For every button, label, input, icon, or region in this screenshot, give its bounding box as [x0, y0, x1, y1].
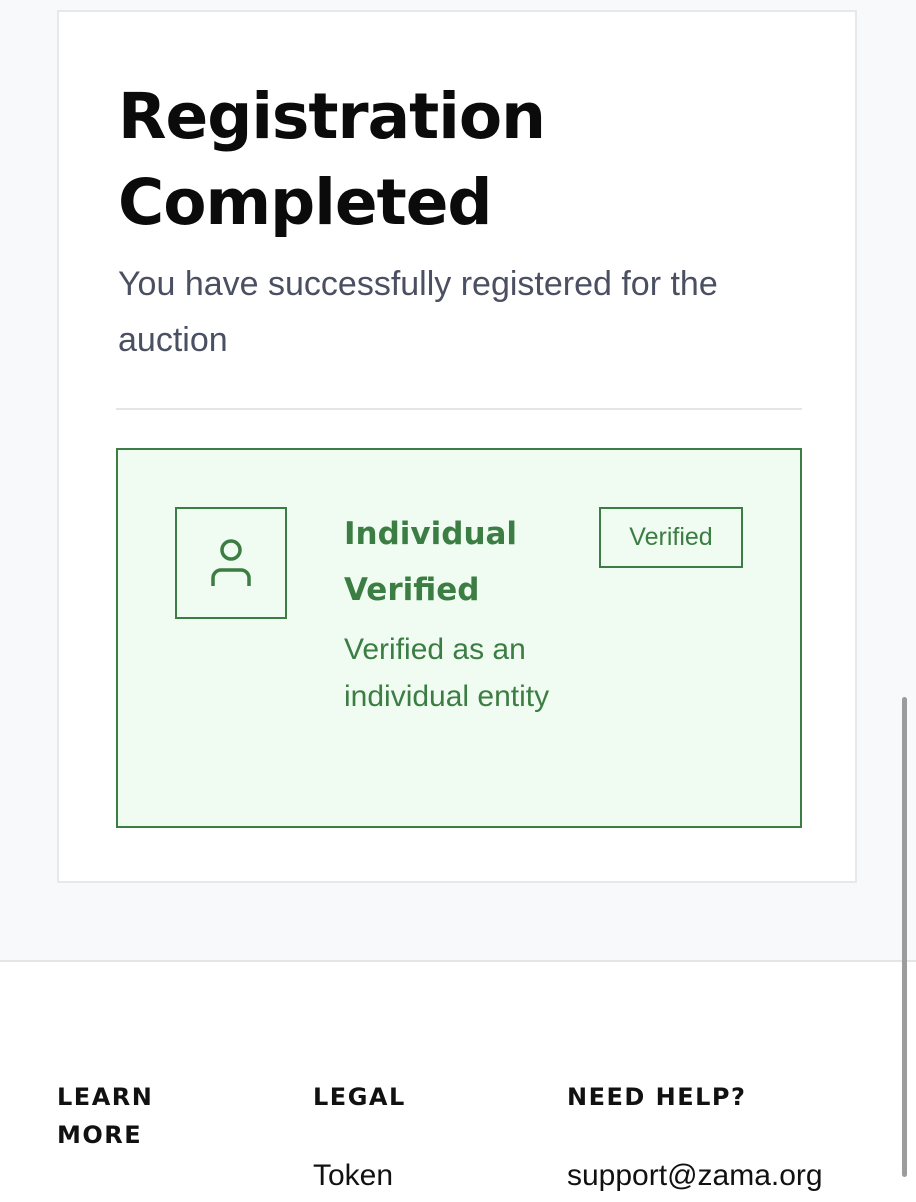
support-email-link[interactable]: support@zama.org [567, 1156, 897, 1196]
divider [116, 408, 802, 410]
footer-column-need-help: NEED HELP? support@zama.org [567, 1078, 897, 1196]
footer-heading-legal: LEGAL [313, 1083, 406, 1111]
footer-heading-need-help: NEED HELP? [567, 1083, 747, 1111]
page-title: Registration Completed [118, 80, 546, 239]
status-title: Individual Verified [344, 516, 518, 608]
verification-status-panel: Individual Verified Verified as an indiv… [116, 448, 802, 828]
scrollbar[interactable] [902, 697, 907, 1177]
footer-heading-learn-more: LEARN MORE [57, 1083, 154, 1149]
user-icon [211, 539, 251, 586]
footer-column-legal: LEGAL Token [313, 1078, 513, 1196]
user-icon-frame [175, 507, 287, 619]
footer-link-token[interactable]: Token [313, 1156, 513, 1196]
subtitle: You have successfully registered for the… [118, 265, 718, 359]
footer-column-learn-more: LEARN MORE [57, 1078, 207, 1154]
registration-card: Registration Completed You have successfu… [57, 10, 857, 883]
status-description: Verified as an individual entity [344, 633, 550, 713]
site-footer: LEARN MORE LEGAL Token NEED HELP? suppor… [0, 960, 916, 1202]
verified-badge: Verified [599, 507, 743, 568]
